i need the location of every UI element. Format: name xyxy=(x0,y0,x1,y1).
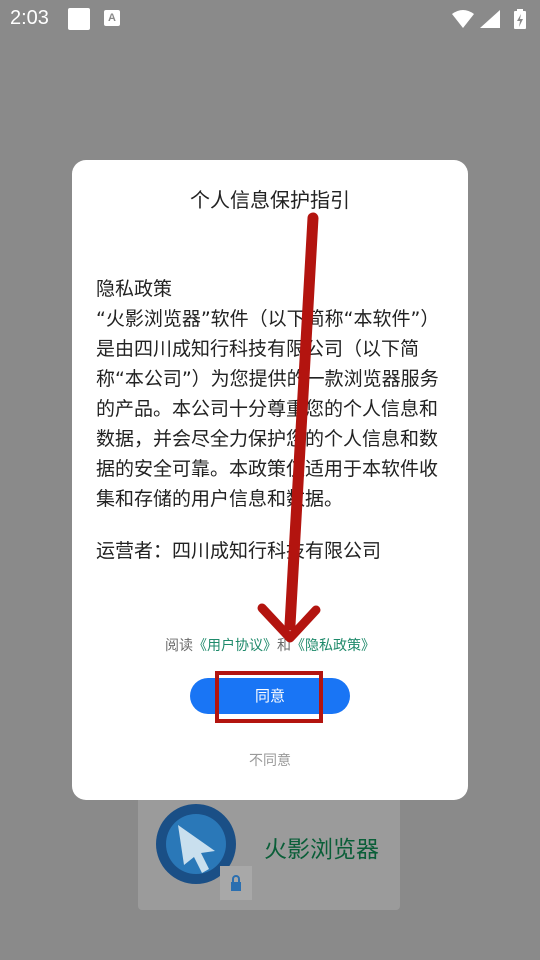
lock-icon xyxy=(220,866,252,900)
user-agreement-link[interactable]: 《用户协议》 xyxy=(193,638,277,654)
agree-button[interactable]: 同意 xyxy=(190,678,350,714)
status-time: 2:03 xyxy=(10,7,49,29)
app-name: 火影浏览器 xyxy=(264,837,379,863)
read-agreements-line: 阅读《用户协议》和《隐私政策》 xyxy=(72,635,468,655)
read-prefix: 阅读 xyxy=(165,638,193,654)
status-icons xyxy=(450,8,530,30)
battery-icon xyxy=(514,9,526,29)
and-text: 和 xyxy=(277,638,291,654)
a-notification-icon: A xyxy=(104,10,120,26)
disagree-button[interactable]: 不同意 xyxy=(72,750,468,770)
status-bar: 2:03 A xyxy=(0,0,540,38)
dialog-title: 个人信息保护指引 xyxy=(190,188,350,212)
square-notification-icon xyxy=(68,8,90,30)
wifi-icon xyxy=(452,10,474,28)
policy-heading: 隐私政策 xyxy=(96,278,173,300)
policy-content: 隐私政策 “火影浏览器”软件（以下简称“本软件”）是由四川成知行科技有限公司（以… xyxy=(96,274,446,566)
policy-body: “火影浏览器”软件（以下简称“本软件”）是由四川成知行科技有限公司（以下简称“本… xyxy=(96,308,440,510)
privacy-dialog: 个人信息保护指引 隐私政策 “火影浏览器”软件（以下简称“本软件”）是由四川成知… xyxy=(72,160,468,800)
privacy-policy-link[interactable]: 《隐私政策》 xyxy=(291,638,375,654)
operator-text: 运营者：四川成知行科技有限公司 xyxy=(96,540,382,562)
signal-icon xyxy=(480,10,500,28)
